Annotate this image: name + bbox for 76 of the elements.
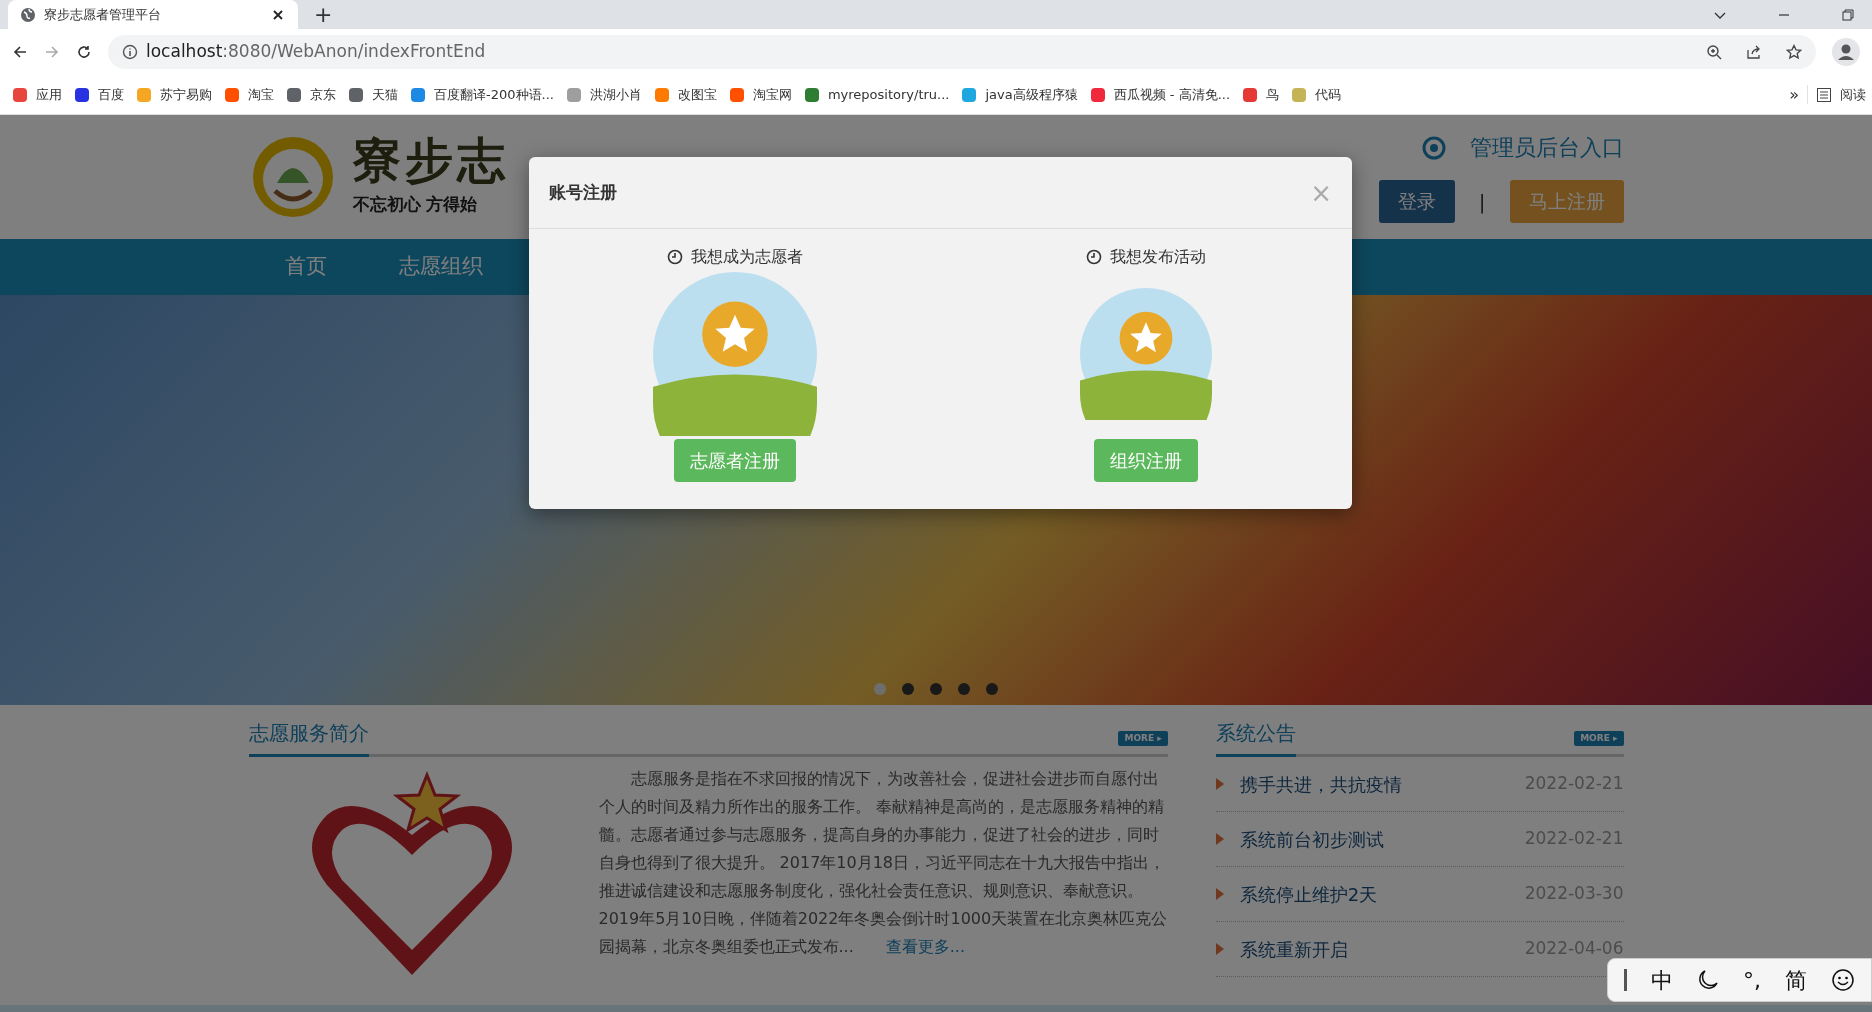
bookmark-link[interactable]: 天猫: [342, 82, 404, 107]
share-icon[interactable]: [1746, 44, 1762, 60]
carousel-dot[interactable]: [930, 683, 942, 695]
bookmark-link[interactable]: 鸟: [1236, 82, 1286, 107]
moon-icon[interactable]: [1697, 969, 1719, 991]
smiley-icon[interactable]: [1831, 968, 1855, 992]
info-icon: [122, 44, 138, 60]
target-icon: [1421, 135, 1446, 160]
ime-mode-button[interactable]: 中: [1651, 963, 1673, 997]
profile-avatar[interactable]: [1832, 38, 1860, 66]
bookmark-icon: [653, 86, 670, 103]
notice-link[interactable]: 系统停止维护2天: [1239, 880, 1509, 908]
triangle-bullet-icon: [1215, 778, 1224, 790]
bookmark-link[interactable]: 百度: [68, 82, 130, 107]
bookmark-icon: [12, 86, 28, 103]
star-icon[interactable]: [1786, 44, 1802, 60]
bookmark-icon: [565, 86, 582, 103]
notice-link[interactable]: 系统前台初步测试: [1239, 825, 1509, 853]
carousel-dot[interactable]: [986, 683, 998, 695]
drag-handle[interactable]: [1624, 969, 1627, 991]
dialog-title: 账号注册: [549, 180, 617, 204]
browser-tab[interactable]: 寮步志愿者管理平台: [8, 0, 298, 29]
bookmark-link[interactable]: 西瓜视频 - 高清免...: [1083, 82, 1237, 107]
site-title: 寮步志: [352, 136, 509, 185]
carousel-dot[interactable]: [958, 683, 970, 695]
bookmark-link[interactable]: java高级程序猿: [955, 82, 1084, 107]
separator-text: |: [1478, 188, 1486, 216]
bookmark-link[interactable]: 苏宁易购: [130, 82, 218, 107]
address-bar[interactable]: localhost:8080/WebAnon/indexFrontEnd: [108, 35, 1816, 69]
reload-icon[interactable]: [76, 44, 92, 60]
back-icon[interactable]: [12, 44, 28, 60]
bookmark-icon: [136, 86, 152, 103]
section-title: 志愿服务简介: [248, 718, 369, 757]
bookmark-link[interactable]: 代码: [1285, 82, 1348, 107]
bookmark-icon: [1291, 86, 1308, 103]
bookmark-link[interactable]: 淘宝: [218, 82, 280, 107]
option-caption: 我想成为志愿者: [690, 246, 803, 268]
restore-icon[interactable]: [1840, 6, 1856, 23]
bookmark-icon: [961, 86, 978, 103]
simplified-button[interactable]: 简: [1785, 963, 1807, 997]
site-slogan: 不忘初心 方得始: [352, 193, 479, 217]
triangle-bullet-icon: [1215, 888, 1224, 900]
bookmark-icon: [286, 86, 302, 103]
bookmark-icon: [224, 86, 240, 103]
bookmark-link[interactable]: 淘宝网: [722, 82, 798, 107]
notice-link[interactable]: 携手共进，共抗疫情: [1239, 770, 1509, 798]
notice-link[interactable]: 系统重新开启: [1239, 935, 1509, 963]
bookmark-icon: [74, 86, 90, 103]
punctuation-button[interactable]: °,: [1743, 963, 1761, 997]
bookmark-link[interactable]: 洪湖小肖: [559, 82, 648, 107]
triangle-bullet-icon: [1215, 943, 1224, 955]
option-caption: 我想发布活动: [1110, 246, 1207, 268]
bookmark-icon: [410, 86, 426, 103]
more-bookmarks-button[interactable]: »: [1781, 82, 1807, 107]
bookmark-link[interactable]: 百度翻译-200种语...: [404, 82, 560, 107]
bookmark-link[interactable]: 改图宝: [647, 82, 723, 107]
intro-paragraph: 志愿服务是指在不求回报的情况下，为改善社会，促进社会进步而自愿付出个人的时间及精力所作出的服务工作。 奉献精神是高尚的，是志愿服务精神的精髓。志愿者通过参与志愿服务，提高自身的办事能力，促进了社会的进步，同时自身也得到了很大提升。 2017年10月18日，习近平同志在十九大报告中指出，推进诚信建设和志愿服务制度化，强化社会责任意识、规则意识、奉献意识。2019年5月10日晚，伴随着2022年冬奥会倒计时1000天装置在北京奥林匹克公园揭幕，北京冬奥组委也正式发布... 查看更多...: [598, 768, 1168, 958]
triangle-bullet-icon: [1215, 833, 1224, 845]
carousel-dot[interactable]: [902, 683, 914, 695]
list-icon: [1816, 86, 1832, 103]
bookmark-icon: [728, 86, 745, 103]
clock-icon: [1086, 249, 1103, 265]
section-title: 系统公告: [1215, 718, 1296, 757]
reading-list-button[interactable]: 阅读: [1807, 84, 1866, 105]
zoom-icon[interactable]: [1706, 44, 1722, 60]
new-tab-button[interactable]: +: [314, 0, 333, 31]
bookmark-icon: [1089, 86, 1106, 103]
bookmark-link[interactable]: 京东: [280, 82, 342, 107]
bookmark-icon: [803, 86, 820, 103]
bookmark-icon: [348, 86, 364, 103]
bookmark-link[interactable]: 应用: [6, 82, 68, 107]
carousel-dot[interactable]: [874, 683, 886, 695]
globe-icon: [20, 6, 36, 23]
bookmark-icon: [1242, 86, 1259, 103]
clock-icon: [666, 249, 683, 265]
bookmark-link[interactable]: myrepository/tru...: [797, 82, 956, 107]
